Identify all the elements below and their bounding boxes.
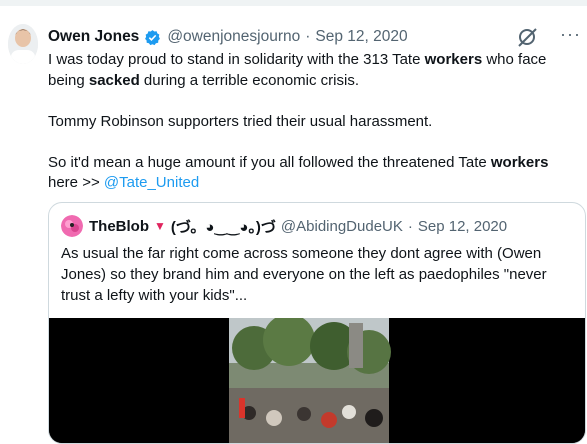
tweet-header: Owen Jones @owenjonesjourno · Sep 12, 20…	[48, 26, 408, 48]
tweet-text-segment: I was today proud to stand in solidarity…	[48, 51, 425, 68]
quoted-video-media[interactable]	[49, 318, 585, 443]
tweet-text-bold: workers	[424, 51, 483, 68]
mention-link[interactable]: @Tate_United	[104, 174, 199, 191]
tweet-text-segment: being	[48, 71, 89, 89]
quoted-tweet-header: TheBlob ▼ (づ。◕‿‿◕。)づ @AbidingDudeUK · Se…	[61, 215, 507, 237]
quoted-tweet-card[interactable]: TheBlob ▼ (づ。◕‿‿◕。)づ @AbidingDudeUK · Se…	[48, 202, 586, 444]
separator-dot: ·	[305, 28, 311, 45]
separator-dot: ·	[407, 217, 413, 235]
top-divider	[0, 0, 587, 6]
tweet-text-segment: So it'd mean a huge amount if you all fo…	[48, 153, 491, 171]
author-name[interactable]: Owen Jones	[48, 28, 139, 46]
video-frame	[49, 318, 585, 443]
quoted-tweet-text: As usual the far right come across someo…	[61, 245, 547, 304]
tweet-text-segment: who face	[482, 51, 547, 68]
quoted-author-name[interactable]: TheBlob	[89, 218, 149, 235]
triangle-emoji: ▼	[154, 219, 166, 233]
grok-icon[interactable]	[515, 26, 541, 48]
quoted-author-avatar[interactable]	[61, 215, 83, 237]
tweet-text-segment: during a terrible economic crisis.	[139, 71, 360, 89]
verified-badge-icon	[145, 29, 161, 45]
video-scene-image	[229, 318, 391, 443]
more-icon[interactable]: ···	[560, 24, 581, 45]
tweet-body: I was today proud to stand in solidarity…	[48, 50, 582, 214]
kaomoji-text: (づ。◕‿‿◕。)づ	[170, 218, 276, 236]
tweet-date[interactable]: Sep 12, 2020	[315, 28, 407, 46]
quoted-author-handle[interactable]: @AbidingDudeUK	[281, 218, 403, 235]
author-handle[interactable]: @owenjonesjourno	[167, 28, 300, 46]
tweet-paragraph-3: So it'd mean a huge amount if you all fo…	[48, 153, 582, 194]
tweet-text-segment: here >>	[48, 174, 104, 191]
author-avatar[interactable]	[8, 24, 38, 64]
tweet-text-bold: sacked	[88, 71, 140, 89]
tweet-text-bold: workers	[490, 153, 549, 171]
tweet-paragraph-1: I was today proud to stand in solidarity…	[48, 50, 582, 91]
quoted-tweet-date[interactable]: Sep 12, 2020	[418, 218, 507, 235]
tweet-paragraph-2: Tommy Robinson supporters tried their us…	[48, 112, 433, 130]
